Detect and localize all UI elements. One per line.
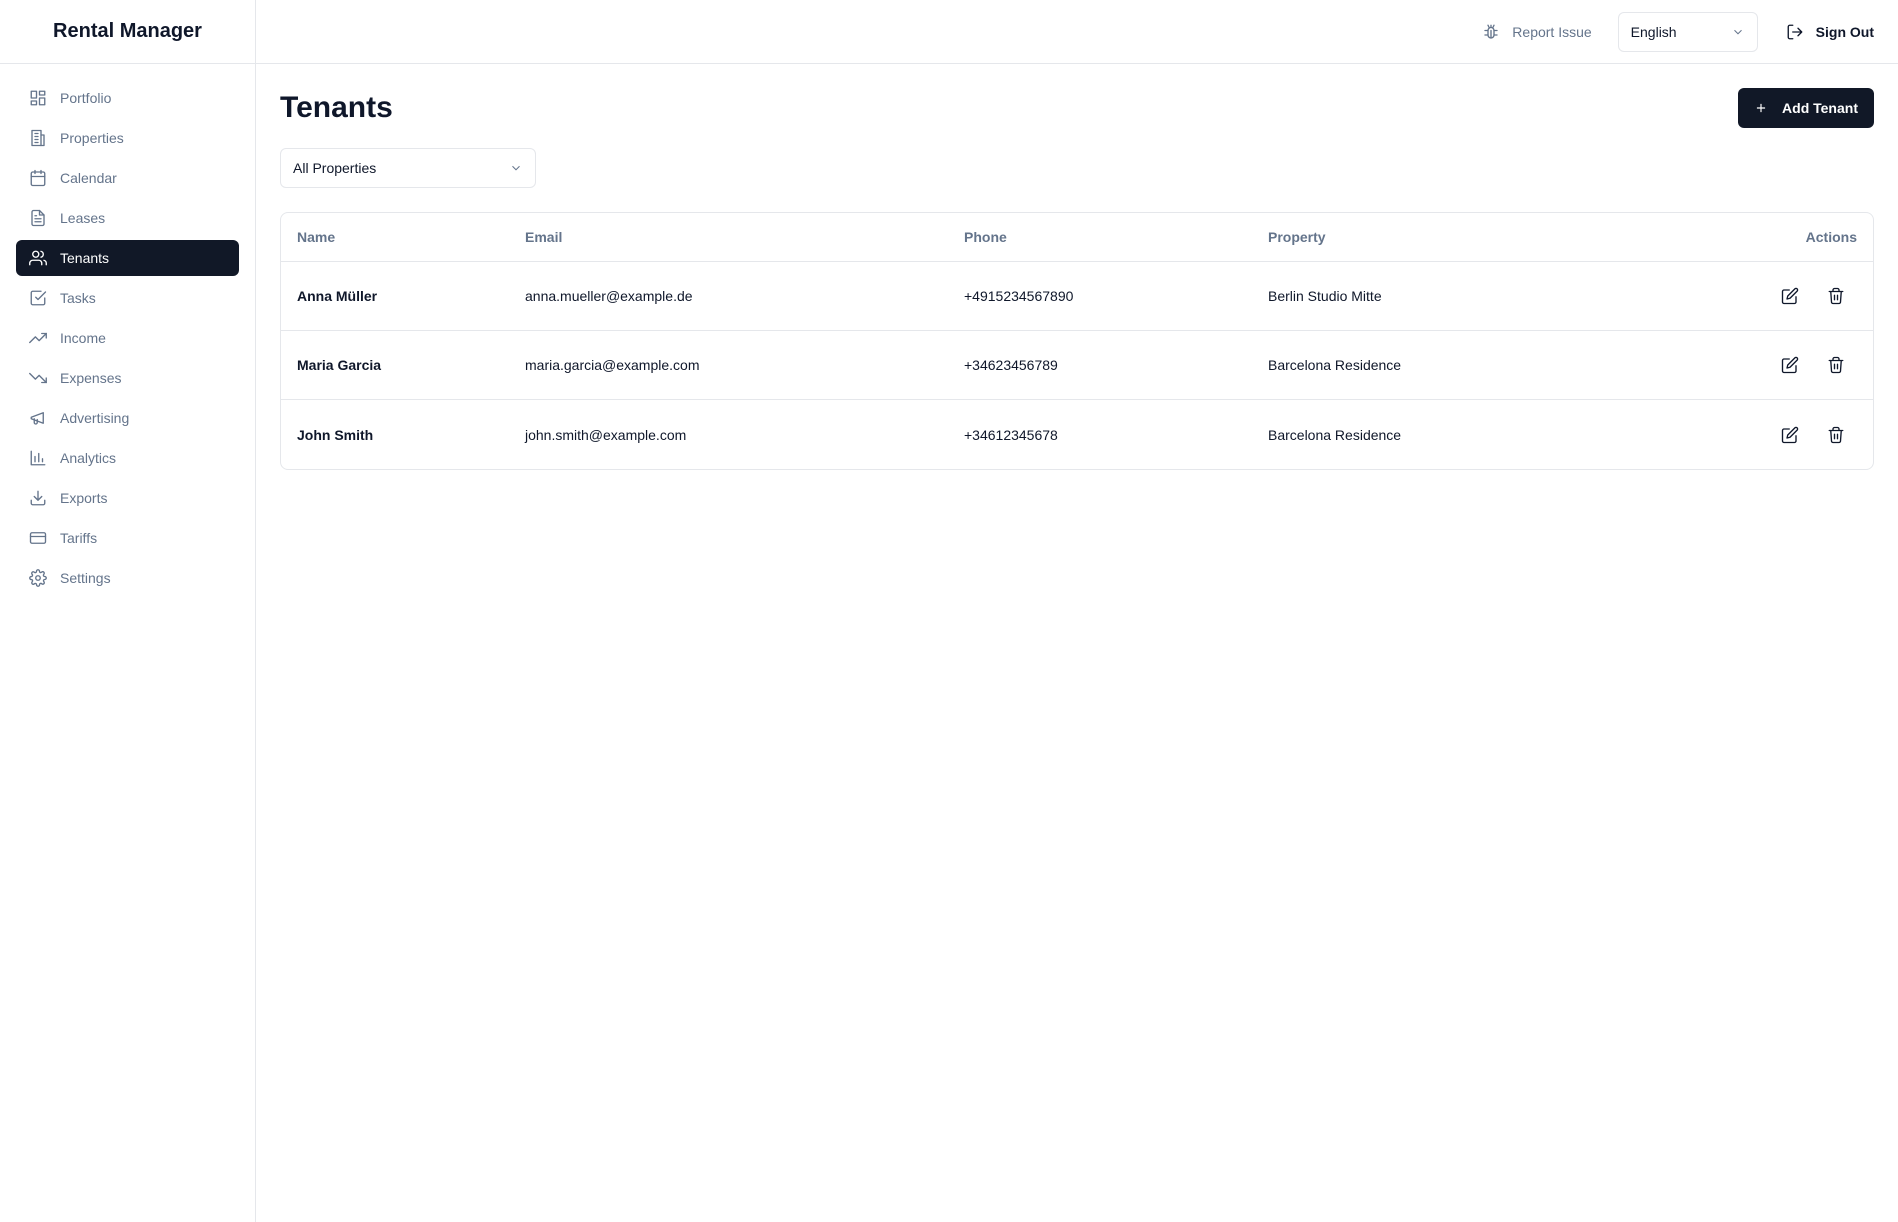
sidebar-item-portfolio[interactable]: Portfolio xyxy=(16,80,239,116)
tenant-name: John Smith xyxy=(297,426,374,443)
tenant-phone: +34623456789 xyxy=(964,357,1058,373)
sidebar: Rental Manager Portfolio Properties Cale… xyxy=(0,0,256,1222)
sidebar-item-properties[interactable]: Properties xyxy=(16,120,239,156)
sidebar-item-settings[interactable]: Settings xyxy=(16,560,239,596)
sidebar-item-label: Tasks xyxy=(60,290,96,306)
report-issue-button[interactable]: Report Issue xyxy=(1482,23,1592,41)
sidebar-item-advertising[interactable]: Advertising xyxy=(16,400,239,436)
app-title: Rental Manager xyxy=(0,0,255,64)
sidebar-item-label: Calendar xyxy=(60,170,117,186)
report-issue-label: Report Issue xyxy=(1512,23,1592,40)
megaphone-icon xyxy=(28,408,48,428)
edit-icon[interactable] xyxy=(1781,426,1799,444)
tenant-name: Maria Garcia xyxy=(297,357,382,373)
add-tenant-label: Add Tenant xyxy=(1782,100,1858,116)
tenant-email: john.smith@example.com xyxy=(525,426,687,443)
sidebar-item-leases[interactable]: Leases xyxy=(16,200,239,236)
bar-chart-icon xyxy=(28,448,48,468)
sidebar-item-label: Tariffs xyxy=(60,530,98,546)
sidebar-item-label: Properties xyxy=(60,130,124,146)
sidebar-item-analytics[interactable]: Analytics xyxy=(16,440,239,476)
edit-icon[interactable] xyxy=(1781,287,1799,305)
language-select[interactable]: English xyxy=(1617,11,1758,52)
column-header-actions: Actions xyxy=(1805,229,1857,245)
sign-out-button[interactable]: Sign Out xyxy=(1786,23,1874,41)
column-header-property: Property xyxy=(1268,229,1326,245)
credit-card-icon xyxy=(28,528,48,548)
tenant-phone: +4915234567890 xyxy=(964,288,1074,304)
document-icon xyxy=(28,208,48,228)
tenants-table: Name Email Phone Property Actions Anna M… xyxy=(280,212,1874,470)
sidebar-item-label: Settings xyxy=(60,570,111,586)
sidebar-item-label: Expenses xyxy=(60,370,122,386)
gear-icon xyxy=(28,568,48,588)
sidebar-item-expenses[interactable]: Expenses xyxy=(16,360,239,396)
column-header-email: Email xyxy=(525,229,563,245)
trending-down-icon xyxy=(28,368,48,388)
sidebar-item-tenants[interactable]: Tenants xyxy=(16,240,239,276)
property-filter-value: All Properties xyxy=(293,160,377,176)
sidebar-item-label: Analytics xyxy=(60,450,117,466)
column-header-name: Name xyxy=(297,229,336,245)
sidebar-item-label: Advertising xyxy=(60,410,130,426)
page-title: Tenants xyxy=(280,91,393,124)
building-icon xyxy=(28,128,48,148)
table-row: John Smith john.smith@example.com +34612… xyxy=(281,400,1873,469)
sidebar-item-label: Portfolio xyxy=(60,90,112,106)
property-filter-select[interactable]: All Properties xyxy=(280,148,536,188)
sidebar-item-income[interactable]: Income xyxy=(16,320,239,356)
language-value: English xyxy=(1630,23,1677,40)
add-tenant-button[interactable]: Add Tenant xyxy=(1738,88,1874,128)
plus-icon xyxy=(1756,103,1766,113)
tenant-phone: +34612345678 xyxy=(964,426,1058,443)
table-header-row: Name Email Phone Property Actions xyxy=(281,213,1873,262)
column-header-phone: Phone xyxy=(964,229,1007,245)
tenant-property: Barcelona Residence xyxy=(1268,426,1402,443)
tenant-name: Anna Müller xyxy=(297,288,378,304)
tenant-email: maria.garcia@example.com xyxy=(525,357,700,373)
sidebar-nav: Portfolio Properties Calendar Leases Ten… xyxy=(0,64,255,616)
trash-icon[interactable] xyxy=(1827,426,1845,444)
logout-icon xyxy=(1787,24,1803,39)
calendar-icon xyxy=(28,168,48,188)
grid-icon xyxy=(28,88,48,108)
sidebar-item-label: Exports xyxy=(60,490,108,506)
sidebar-item-tariffs[interactable]: Tariffs xyxy=(16,520,239,556)
bug-icon xyxy=(1484,24,1498,39)
tenant-property: Barcelona Residence xyxy=(1268,357,1402,373)
trending-up-icon xyxy=(28,328,48,348)
row-actions xyxy=(1688,426,1873,444)
download-icon xyxy=(28,488,48,508)
tenant-property: Berlin Studio Mitte xyxy=(1268,288,1382,304)
sidebar-item-calendar[interactable]: Calendar xyxy=(16,160,239,196)
title-row: Tenants Add Tenant xyxy=(280,88,1874,128)
checkbox-icon xyxy=(28,288,48,308)
sidebar-item-exports[interactable]: Exports xyxy=(16,480,239,516)
table-row: Maria Garcia maria.garcia@example.com +3… xyxy=(281,331,1873,400)
chevron-down-icon xyxy=(512,165,520,171)
sidebar-item-tasks[interactable]: Tasks xyxy=(16,280,239,316)
chevron-down-icon xyxy=(1733,29,1742,34)
sidebar-item-label: Leases xyxy=(60,210,106,226)
trash-icon[interactable] xyxy=(1827,287,1845,305)
table-row: Anna Müller anna.mueller@example.de +491… xyxy=(281,262,1873,331)
users-icon xyxy=(28,248,48,268)
sign-out-label: Sign Out xyxy=(1815,23,1874,40)
trash-icon[interactable] xyxy=(1827,356,1845,374)
top-bar: Report Issue English Sign Out xyxy=(256,0,1898,64)
sidebar-item-label: Tenants xyxy=(60,250,110,266)
main-content: Tenants Add Tenant All Properties Name E… xyxy=(280,64,1874,470)
tenant-email: anna.mueller@example.de xyxy=(525,288,693,304)
sidebar-item-label: Income xyxy=(60,330,106,346)
edit-icon[interactable] xyxy=(1781,356,1799,374)
row-actions xyxy=(1688,287,1873,305)
row-actions xyxy=(1688,356,1873,374)
